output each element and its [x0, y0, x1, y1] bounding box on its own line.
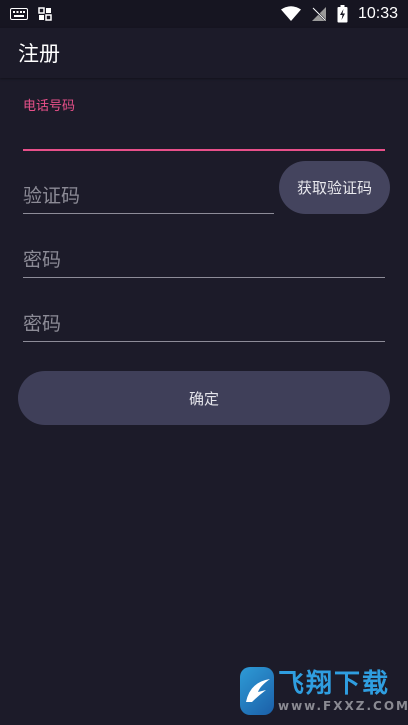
status-right: 10:33	[280, 5, 398, 23]
phone-input[interactable]	[23, 116, 385, 146]
watermark-cn: 飞翔下载	[278, 669, 391, 699]
confirm-password-input[interactable]	[23, 309, 385, 339]
keyboard-icon	[10, 8, 28, 20]
page-title: 注册	[18, 42, 60, 66]
confirm-password-underline	[23, 341, 385, 342]
status-left	[10, 7, 52, 21]
watermark-logo: 飞翔下载 www.FXXZ.COM	[240, 662, 408, 720]
confirm-button[interactable]: 确定	[18, 371, 390, 425]
screenshot-icon	[38, 7, 52, 21]
verification-code-input[interactable]	[23, 181, 273, 211]
register-screen: 10:33 注册 电话号码 获取验证码 确定 飞翔下载 www.FXXZ.COM	[0, 0, 408, 725]
password-input[interactable]	[23, 245, 385, 275]
battery-charging-icon	[337, 5, 348, 23]
status-bar: 10:33	[0, 0, 408, 28]
phone-underline	[23, 149, 385, 151]
fxxz-logo-icon	[240, 667, 274, 715]
verification-code-underline	[23, 213, 274, 214]
password-underline	[23, 277, 385, 278]
status-time: 10:33	[357, 5, 398, 22]
watermark-text: 飞翔下载 www.FXXZ.COM	[278, 669, 408, 713]
get-code-button[interactable]: 获取验证码	[279, 161, 390, 214]
no-signal-icon	[311, 6, 327, 22]
wifi-icon	[280, 6, 301, 22]
watermark-en: www.FXXZ.COM	[278, 699, 408, 713]
phone-field-label: 电话号码	[23, 99, 76, 114]
app-bar: 注册	[0, 28, 408, 78]
